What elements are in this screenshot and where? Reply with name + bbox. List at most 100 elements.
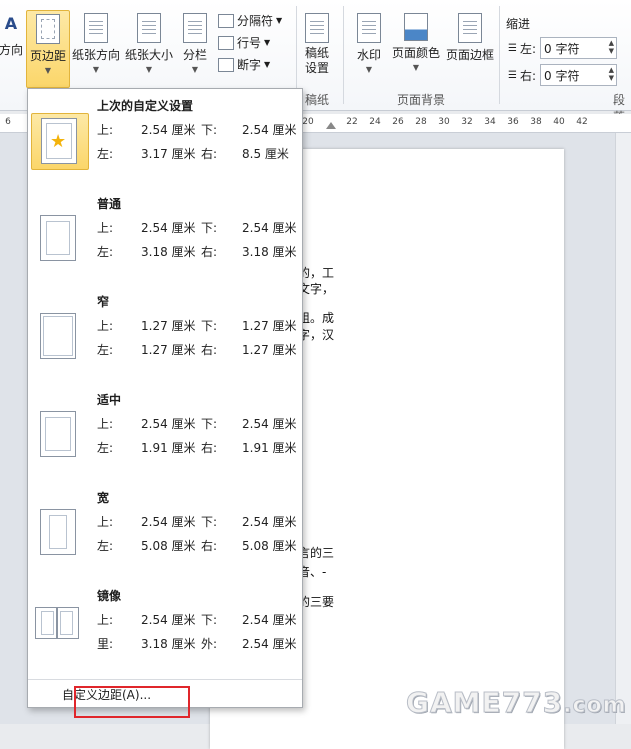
- margin-option-wide[interactable]: 宽 上: 2.54 厘米 下: 2.54 厘米 左: 5.08 厘米 右: 5.…: [28, 483, 302, 581]
- ruler-tick: 34: [484, 117, 496, 127]
- margin-value: 2.54 厘米: [242, 613, 297, 627]
- chevron-down-icon: ▼: [145, 65, 153, 74]
- ruler-tick: 6: [5, 117, 11, 127]
- margin-value: 2.54 厘米: [141, 515, 196, 529]
- indent-left-value[interactable]: 0 字符: [544, 40, 579, 57]
- draft-settings-button[interactable]: 稿纸设置: [302, 10, 332, 76]
- breaks-button[interactable]: 分隔符 ▼: [218, 12, 282, 29]
- margin-value: 2.54 厘米: [242, 123, 297, 137]
- margin-label: 外:: [201, 637, 218, 651]
- doc-text: 组。成: [298, 311, 335, 325]
- option-title: 普通: [97, 197, 122, 211]
- page-thumbnail: [40, 411, 76, 457]
- margin-option-mirrored[interactable]: 镜像 上: 2.54 厘米 下: 2.54 厘米 里: 3.18 厘米 外: 2…: [28, 581, 302, 679]
- watermark-button[interactable]: 水印 ▼: [352, 10, 386, 74]
- margin-option-moderate[interactable]: 适中 上: 2.54 厘米 下: 2.54 厘米 左: 1.91 厘米 右: 1…: [28, 385, 302, 483]
- page-border-button[interactable]: 页面边框: [444, 10, 496, 63]
- margin-label: 左:: [97, 343, 114, 357]
- highlight-annotation-box: [74, 686, 190, 718]
- indent-title: 缩进: [506, 17, 531, 31]
- margin-label: 上:: [97, 319, 114, 333]
- indent-right-icon: ☰: [508, 69, 517, 81]
- doc-text: 的三要: [298, 595, 335, 609]
- group-separator: [343, 6, 344, 104]
- ruler-tick: 36: [507, 117, 519, 127]
- breaks-icon: [218, 13, 234, 28]
- columns-button[interactable]: 分栏 ▼: [179, 10, 211, 74]
- margin-value: 1.27 厘米: [242, 343, 297, 357]
- doc-text: 言的三: [298, 546, 335, 560]
- draft-paper-icon: [305, 13, 329, 43]
- page-color-label: 页面颜色: [391, 46, 440, 60]
- margin-value: 1.27 厘米: [141, 319, 196, 333]
- paper-size-icon: [137, 13, 161, 43]
- orientation-button[interactable]: 纸张方向 ▼: [70, 10, 122, 74]
- margin-label: 右:: [201, 245, 218, 259]
- margin-value: 1.91 厘米: [242, 441, 297, 455]
- spin-arrows-icon[interactable]: ▲ ▼: [609, 39, 614, 55]
- indent-right-value[interactable]: 0 字符: [544, 67, 579, 84]
- margin-value: 2.54 厘米: [242, 417, 297, 431]
- indent-left-spinner[interactable]: ☰ 左: 0 字符 ▲ ▼: [508, 37, 618, 59]
- page-thumbnail-right: [57, 607, 79, 639]
- margin-option-normal[interactable]: 普通 上: 2.54 厘米 下: 2.54 厘米 左: 3.18 厘米 右: 3…: [28, 189, 302, 287]
- page-thumbnail: [40, 215, 76, 261]
- watermark-suffix-text: .com: [563, 693, 627, 719]
- chevron-down-icon: ▼: [264, 60, 271, 69]
- ruler-tick: 26: [392, 117, 404, 127]
- spin-arrows-icon[interactable]: ▲ ▼: [609, 66, 614, 82]
- indent-marker-icon[interactable]: [326, 122, 336, 129]
- ruler-tick: 32: [461, 117, 473, 127]
- margin-value: 1.27 厘米: [242, 319, 297, 333]
- line-numbers-button[interactable]: 行号 ▼: [218, 34, 270, 51]
- margin-value: 8.5 厘米: [242, 147, 289, 161]
- margin-option-last-custom[interactable]: ★ 上次的自定义设置 上: 2.54 厘米 下: 2.54 厘米 左: 3.17…: [28, 91, 302, 189]
- margin-label: 里:: [97, 637, 114, 651]
- ruler-tick: 24: [369, 117, 381, 127]
- margins-dropdown: ★ 上次的自定义设置 上: 2.54 厘米 下: 2.54 厘米 左: 3.17…: [27, 88, 303, 708]
- doc-text: 文字，: [298, 282, 335, 296]
- margin-label: 下:: [201, 123, 218, 137]
- ruler-tick: 22: [346, 117, 358, 127]
- margin-label: 下:: [201, 515, 218, 529]
- margin-value: 3.18 厘米: [141, 637, 196, 651]
- ruler-tick: 38: [530, 117, 542, 127]
- option-title: 上次的自定义设置: [97, 99, 194, 113]
- hyphenation-button[interactable]: 断字 ▼: [218, 56, 270, 73]
- margins-icon: [36, 14, 60, 44]
- margin-value: 1.91 厘米: [141, 441, 196, 455]
- page-thumbnail-left: [35, 607, 57, 639]
- margin-value: 3.17 厘米: [141, 147, 196, 161]
- margin-label: 下:: [201, 613, 218, 627]
- columns-icon: [183, 13, 207, 43]
- orientation-label: 纸张方向: [71, 48, 120, 62]
- page-thumbnail: [40, 313, 76, 359]
- paint-bucket-icon: [404, 13, 428, 41]
- draft-group-label: 稿纸: [305, 93, 330, 107]
- margin-value: 3.18 厘米: [141, 245, 196, 259]
- margin-label: 左:: [97, 539, 114, 553]
- watermark-label: 水印: [356, 48, 381, 62]
- margin-label: 右:: [201, 343, 218, 357]
- ruler-tick: 40: [553, 117, 565, 127]
- text-direction-button[interactable]: A 方向: [0, 10, 24, 58]
- margin-value: 3.18 厘米: [242, 245, 297, 259]
- indent-right-spinner[interactable]: ☰ 右: 0 字符 ▲ ▼: [508, 64, 618, 86]
- margin-label: 上:: [97, 515, 114, 529]
- paper-size-button[interactable]: 纸张大小 ▼: [123, 10, 175, 74]
- page-color-button[interactable]: 页面颜色 ▼: [390, 10, 442, 72]
- vertical-scrollbar[interactable]: [615, 133, 631, 724]
- option-title: 适中: [97, 393, 122, 407]
- margin-option-narrow[interactable]: 窄 上: 1.27 厘米 下: 1.27 厘米 左: 1.27 厘米 右: 1.…: [28, 287, 302, 385]
- line-numbers-icon: [218, 35, 234, 50]
- margin-label: 上:: [97, 221, 114, 235]
- chevron-down-icon: ▼: [264, 38, 271, 47]
- doc-text: 的，工: [298, 266, 335, 280]
- watermark-main-text: GAME773: [405, 686, 564, 720]
- breaks-label: 分隔符: [237, 14, 274, 28]
- ruler-tick: 30: [438, 117, 450, 127]
- chevron-down-icon: ▼: [412, 63, 420, 72]
- selected-highlight: ★: [31, 113, 89, 170]
- margins-button[interactable]: 页边距 ▼: [26, 10, 70, 88]
- page-border-icon: [458, 13, 482, 43]
